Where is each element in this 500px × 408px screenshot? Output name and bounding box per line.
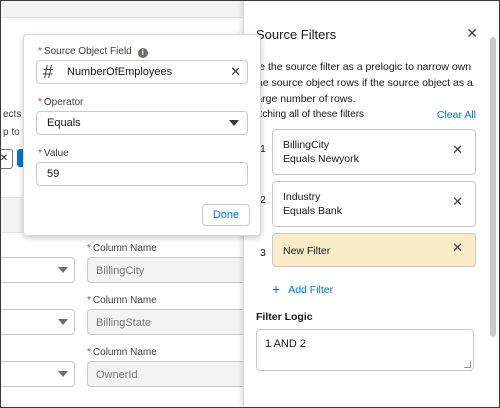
resize-handle[interactable] xyxy=(464,361,471,368)
info-icon[interactable]: i xyxy=(137,48,148,58)
close-icon[interactable]: ✕ xyxy=(452,143,463,157)
chevron-down-icon xyxy=(58,319,68,325)
number-field-icon: # xyxy=(43,62,54,82)
required-marker: * xyxy=(87,347,91,358)
filter-card-1[interactable]: BillingCity Equals Newyork ✕ xyxy=(272,129,476,175)
column-name-input-3[interactable]: OwnerId xyxy=(87,361,247,387)
source-filters-panel: Source Filters ✕ se the source filter as… xyxy=(243,1,499,407)
filter-condition: Equals Newyork xyxy=(283,153,359,165)
source-field-combobox[interactable]: # NumberOfEmployees ✕ xyxy=(36,60,248,84)
value-input-text: 59 xyxy=(47,168,60,180)
filter-card-2[interactable]: Industry Equals Bank ✕ xyxy=(272,181,476,227)
column-name-input-2[interactable]: BillingState xyxy=(87,309,247,335)
filter-logic-label: Filter Logic xyxy=(256,311,313,323)
required-marker: * xyxy=(87,295,91,306)
background-select-2[interactable] xyxy=(1,309,75,335)
chevron-down-icon xyxy=(229,120,239,126)
close-icon[interactable]: ✕ xyxy=(452,195,463,209)
filter-edit-popover: * Source Object Field i # NumberOfEmployee… xyxy=(23,34,261,236)
panel-description: se the source filter as a prelogic to na… xyxy=(254,61,473,105)
done-button[interactable]: Done xyxy=(202,204,250,226)
close-icon[interactable]: ✕ xyxy=(230,61,241,83)
close-icon[interactable]: ✕ xyxy=(452,241,463,255)
column-name-label-1: * Column Name xyxy=(87,243,157,254)
add-filter-button[interactable]: + Add Filter xyxy=(272,281,333,297)
source-field-value: NumberOfEmployees xyxy=(67,66,173,78)
panel-title: Source Filters xyxy=(256,27,337,42)
required-marker: * xyxy=(38,97,42,108)
filter-card-3[interactable]: New Filter ✕ xyxy=(272,233,476,267)
value-input[interactable]: 59 xyxy=(36,162,248,186)
filter-field: Industry xyxy=(283,191,321,203)
background-header xyxy=(1,1,243,18)
panel-scrollbar[interactable] xyxy=(490,37,496,337)
background-text-1: ects xyxy=(3,109,22,120)
background-text-2: p to f xyxy=(3,127,26,138)
filter-number-3: 3 xyxy=(260,247,266,259)
operator-select[interactable]: Equals xyxy=(36,111,248,135)
chevron-down-icon xyxy=(58,371,68,377)
operator-label: * Operator xyxy=(38,97,84,108)
required-marker: * xyxy=(38,148,42,159)
plus-icon: + xyxy=(272,281,281,297)
match-label: atching all of these filters xyxy=(254,109,365,120)
app-frame: ects p to f ✕ * Column Name BillingCity *… xyxy=(0,0,500,408)
background-select-3[interactable] xyxy=(1,361,75,387)
required-marker: * xyxy=(87,243,91,254)
close-icon[interactable]: ✕ xyxy=(466,25,478,42)
filter-condition: Equals Bank xyxy=(283,205,342,217)
column-name-label-2: * Column Name xyxy=(87,295,157,306)
column-name-label-3: * Column Name xyxy=(87,347,157,358)
value-label: * Value xyxy=(38,148,69,159)
column-name-input-1[interactable]: BillingCity xyxy=(87,257,247,283)
source-field-label: * Source Object Field i xyxy=(38,46,148,58)
required-marker: * xyxy=(38,46,42,57)
background-select-1[interactable] xyxy=(1,257,75,283)
operator-value: Equals xyxy=(47,117,81,129)
filter-field: New Filter xyxy=(283,245,331,257)
clear-all-link[interactable]: Clear All xyxy=(437,109,476,121)
chevron-down-icon xyxy=(58,267,68,273)
filter-logic-textarea[interactable]: 1 AND 2 xyxy=(256,329,474,371)
filter-field: BillingCity xyxy=(283,139,330,151)
background-chip-close[interactable]: ✕ xyxy=(1,149,13,169)
filter-logic-value: 1 AND 2 xyxy=(265,338,306,350)
